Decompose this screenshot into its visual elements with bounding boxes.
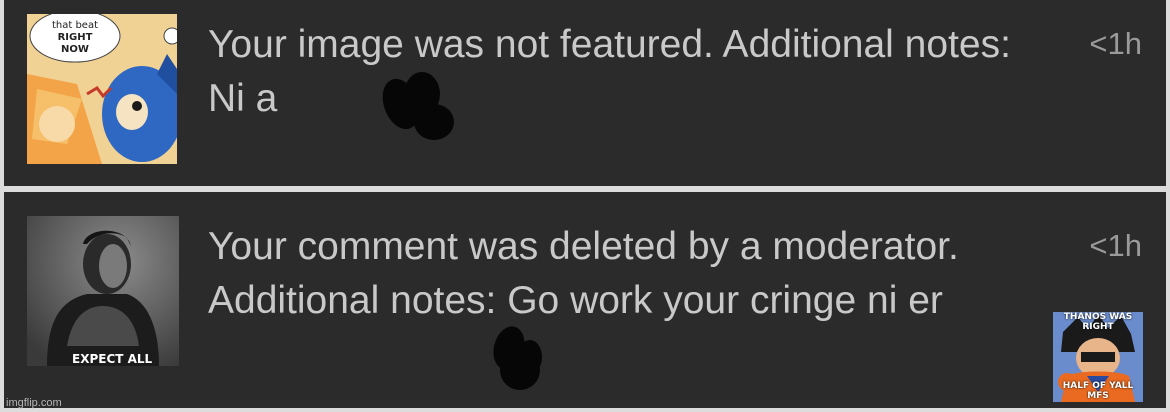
notification-item[interactable]: that beat RIGHT NOW Your image was not f…	[4, 0, 1166, 186]
notification-time: <1h	[1089, 26, 1142, 61]
notification-message: Your image was not featured. Additional …	[208, 23, 1011, 120]
overlay-bottom-text: HALF OF YALL MFS	[1062, 381, 1134, 401]
gigachad-image	[27, 216, 179, 366]
overlay-meme-image: THANOS WAS RIGHT HALF OF YALL MFS	[1053, 312, 1143, 402]
thumb-caption: EXPECT ALL	[72, 352, 153, 366]
notification-thumbnail[interactable]: that beat RIGHT NOW	[27, 14, 177, 164]
thumb-text-line: NOW	[61, 44, 89, 55]
notification-time: <1h	[1089, 228, 1142, 263]
thumb-text-line: that beat	[52, 20, 98, 31]
overlay-top-text: THANOS WAS RIGHT	[1063, 312, 1133, 332]
notification-thumbnail[interactable]: EXPECT ALL	[27, 216, 179, 366]
thumb-text-line: RIGHT	[58, 32, 93, 43]
comic-sonic-image: that beat RIGHT NOW	[27, 14, 177, 164]
watermark: imgflip.com	[6, 397, 62, 409]
notification-item[interactable]: EXPECT ALL Your comment was deleted by a…	[4, 192, 1166, 408]
notification-message: Your comment was deleted by a moderator.…	[208, 225, 959, 322]
